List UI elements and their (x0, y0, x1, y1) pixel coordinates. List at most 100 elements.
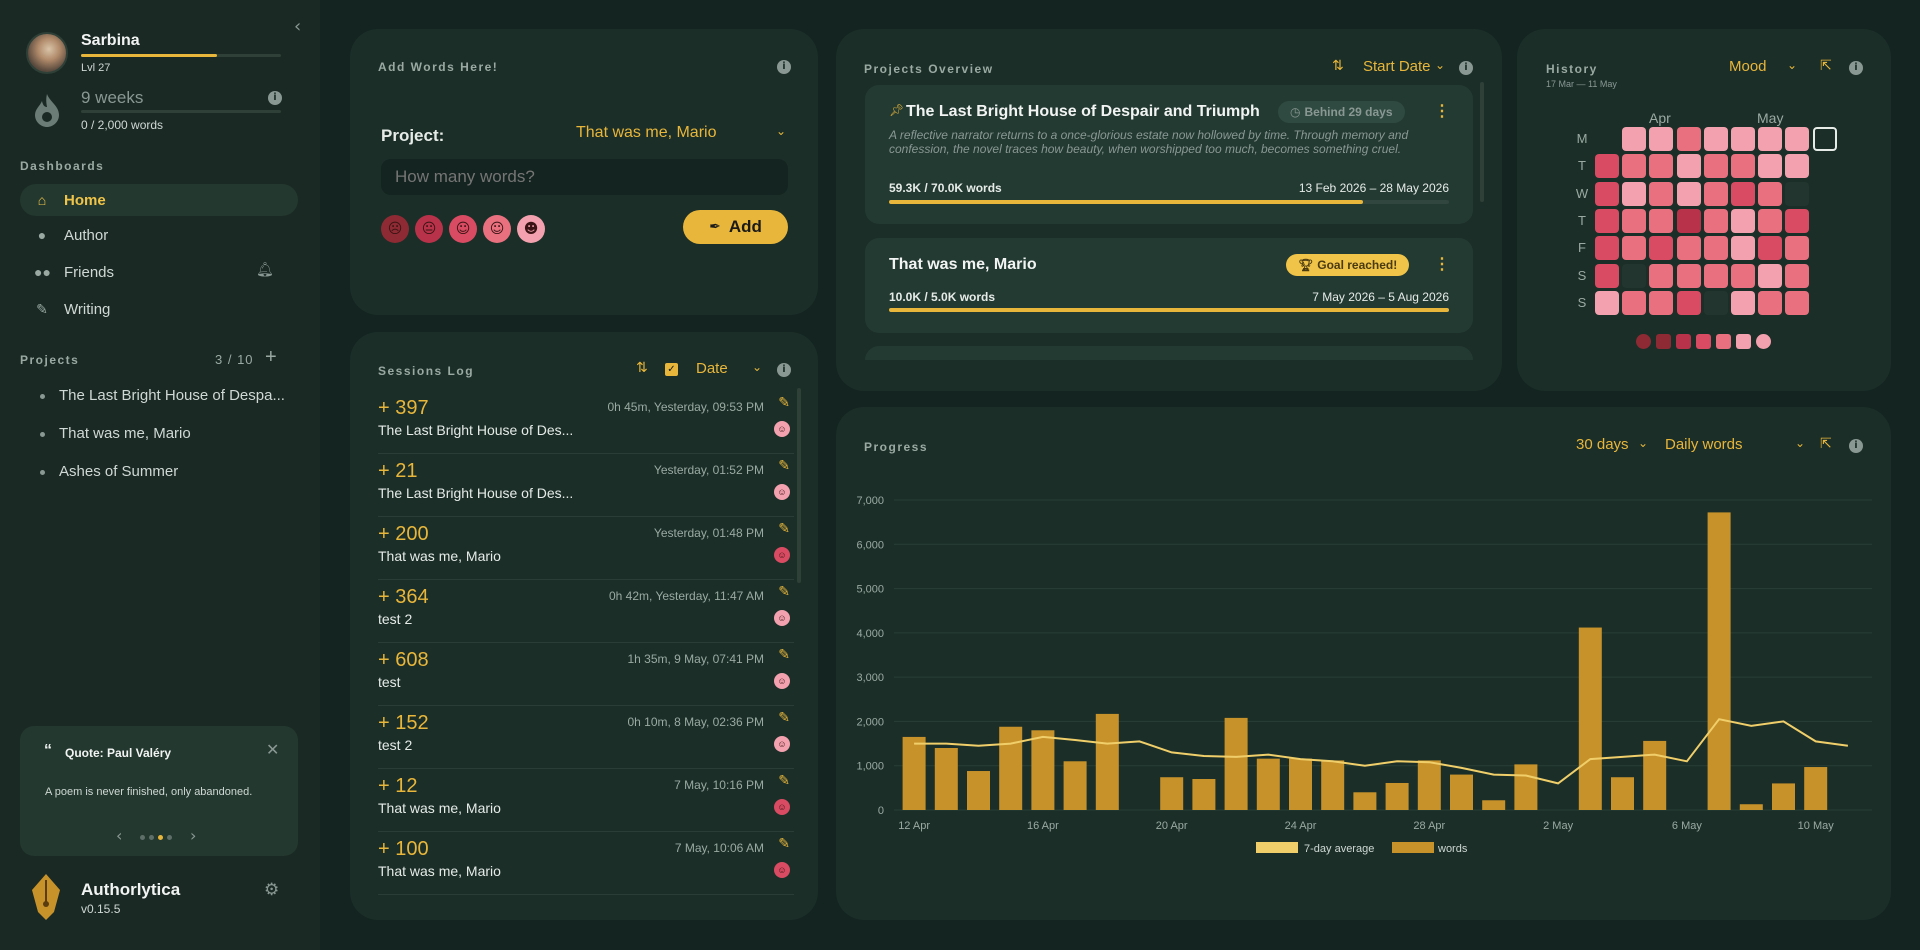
history-info-icon[interactable]: i (1849, 61, 1863, 75)
history-cell[interactable] (1676, 127, 1701, 151)
edit-icon[interactable]: ✎ (778, 773, 790, 789)
pin-icon[interactable]: 📌︎ (889, 103, 904, 117)
nav-home[interactable]: ⌂ Home (20, 184, 298, 216)
history-cell[interactable] (1703, 208, 1728, 233)
history-cell[interactable] (1703, 154, 1728, 179)
history-cell[interactable] (1622, 290, 1647, 315)
range-select[interactable]: 30 days ⌄ (1576, 436, 1648, 456)
history-cell[interactable] (1758, 154, 1783, 179)
history-cell[interactable] (1649, 127, 1674, 151)
quote-next-icon[interactable]: › (190, 826, 196, 845)
history-cell[interactable] (1785, 208, 1810, 233)
history-cell[interactable] (1785, 236, 1810, 261)
history-cell[interactable] (1731, 236, 1755, 261)
edit-icon[interactable]: ✎ (778, 458, 790, 474)
history-cell[interactable] (1731, 181, 1755, 206)
history-cell[interactable] (1622, 181, 1647, 206)
mood-happy-icon[interactable]: ☺ (483, 215, 511, 243)
collapse-sidebar-icon[interactable]: ‹ (294, 16, 301, 37)
projects-info-icon[interactable]: i (1459, 61, 1473, 75)
mood-neutral-icon[interactable]: ☺ (449, 215, 477, 243)
projects-sort-select[interactable]: Start Date ⌄ (1363, 58, 1445, 78)
history-cell[interactable] (1649, 263, 1674, 288)
history-cell[interactable] (1595, 181, 1619, 206)
history-cell[interactable] (1785, 263, 1810, 288)
history-cell[interactable] (1731, 154, 1755, 179)
history-cell[interactable] (1622, 236, 1647, 261)
history-cell[interactable] (1595, 263, 1619, 288)
metric-select[interactable]: Daily words ⌄ (1665, 436, 1805, 456)
edit-icon[interactable]: ✎ (778, 836, 790, 852)
sidebar-project[interactable]: The Last Bright House of Despa... (40, 387, 285, 404)
history-cell[interactable] (1676, 208, 1701, 233)
add-words-info-icon[interactable]: i (777, 60, 791, 74)
history-cell[interactable] (1649, 290, 1674, 315)
add-button[interactable]: ✒ Add (683, 210, 788, 244)
bell-icon[interactable]: 🔔︎ (256, 262, 274, 278)
history-cell[interactable] (1595, 154, 1619, 179)
export-icon[interactable]: ⇱ (1820, 436, 1832, 452)
edit-icon[interactable]: ✎ (778, 521, 790, 537)
history-cell[interactable] (1622, 208, 1647, 233)
history-cell[interactable] (1812, 127, 1837, 151)
history-cell[interactable] (1785, 290, 1810, 315)
history-cell[interactable] (1758, 181, 1783, 206)
project-card[interactable]: 📌︎ The Last Bright House of Despair and … (865, 85, 1473, 224)
history-cell[interactable] (1731, 263, 1755, 288)
history-cell[interactable] (1622, 263, 1647, 288)
nav-writing[interactable]: ✎ Writing (20, 293, 298, 325)
sidebar-project[interactable]: That was me, Mario (40, 425, 191, 442)
sidebar-project[interactable]: Ashes of Summer (40, 463, 178, 480)
progress-info-icon[interactable]: i (1849, 439, 1863, 453)
history-cell[interactable] (1785, 127, 1810, 151)
history-cell[interactable] (1703, 181, 1728, 206)
history-cell[interactable] (1703, 263, 1728, 288)
sessions-info-icon[interactable]: i (777, 363, 791, 377)
history-cell[interactable] (1731, 208, 1755, 233)
history-cell[interactable] (1703, 290, 1728, 315)
project-select[interactable]: That was me, Mario ⌄ (576, 124, 786, 148)
add-project-icon[interactable]: + (265, 346, 277, 369)
settings-icon[interactable]: ⚙ (264, 880, 279, 900)
project-menu-icon[interactable]: ⋮ (1434, 101, 1450, 121)
history-cell[interactable] (1731, 127, 1755, 151)
history-cell[interactable] (1758, 127, 1783, 151)
history-cell[interactable] (1731, 290, 1755, 315)
sessions-sort-select[interactable]: Date ⌄ (696, 360, 762, 380)
mood-very-sad-icon[interactable]: ☹ (381, 215, 409, 243)
export-icon[interactable]: ⇱ (1820, 58, 1832, 74)
history-cell[interactable] (1676, 181, 1701, 206)
edit-icon[interactable]: ✎ (778, 584, 790, 600)
history-cell[interactable] (1622, 127, 1647, 151)
history-cell[interactable] (1785, 154, 1810, 179)
history-cell[interactable] (1758, 263, 1783, 288)
sort-icon[interactable]: ⇅ (1332, 58, 1344, 74)
filter-checkbox[interactable]: ✓ (665, 363, 678, 376)
mood-sad-icon[interactable]: 😐︎ (415, 215, 443, 243)
sessions-scrollbar[interactable] (797, 388, 801, 583)
history-cell[interactable] (1676, 263, 1701, 288)
history-cell[interactable] (1595, 208, 1619, 233)
history-cell[interactable] (1649, 154, 1674, 179)
close-quote-icon[interactable]: ✕ (266, 740, 279, 759)
history-cell[interactable] (1676, 236, 1701, 261)
edit-icon[interactable]: ✎ (778, 647, 790, 663)
history-cell[interactable] (1595, 236, 1619, 261)
history-cell[interactable] (1758, 208, 1783, 233)
mood-very-happy-icon[interactable]: ☻ (517, 215, 545, 243)
project-menu-icon[interactable]: ⋮ (1434, 254, 1450, 274)
history-cell[interactable] (1758, 236, 1783, 261)
projects-scrollbar[interactable] (1480, 82, 1484, 202)
nav-author[interactable]: ● Author (20, 219, 298, 251)
edit-icon[interactable]: ✎ (778, 395, 790, 411)
history-cell[interactable] (1758, 290, 1783, 315)
history-cell[interactable] (1703, 236, 1728, 261)
history-cell[interactable] (1785, 181, 1810, 206)
streak-info-icon[interactable]: i (268, 91, 282, 105)
avatar[interactable] (26, 32, 68, 74)
history-cell[interactable] (1595, 290, 1619, 315)
history-cell[interactable] (1703, 127, 1728, 151)
project-card[interactable]: That was me, Mario 🏆︎ Goal reached! ⋮ 10.… (865, 238, 1473, 333)
quote-prev-icon[interactable]: ‹ (116, 826, 122, 845)
word-count-input[interactable] (381, 159, 788, 195)
